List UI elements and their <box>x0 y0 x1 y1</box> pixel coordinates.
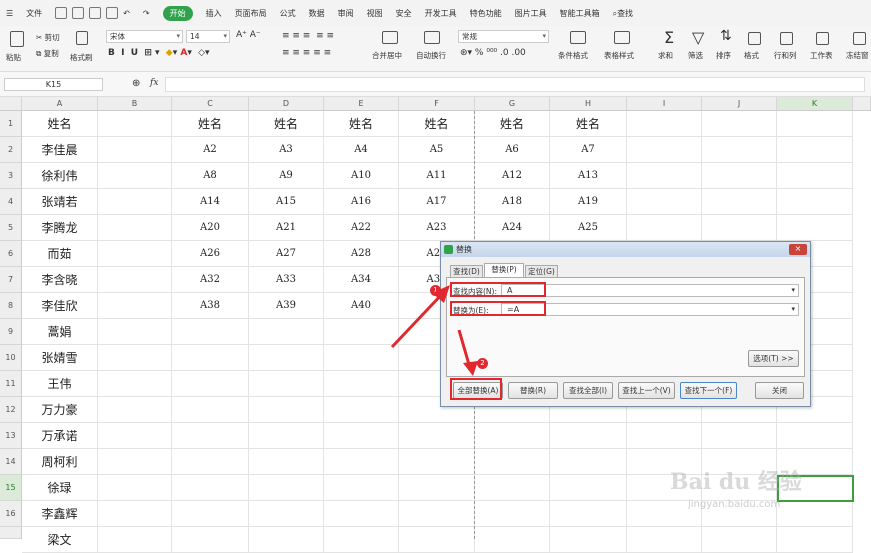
annotation-arrows <box>390 285 478 376</box>
watermark-url: jingyan.baidu.com <box>688 499 781 510</box>
arrow-to-replace-all <box>457 329 478 376</box>
watermark-logo: Bai du 经验 <box>670 469 802 495</box>
arrow-to-fields <box>390 285 450 349</box>
